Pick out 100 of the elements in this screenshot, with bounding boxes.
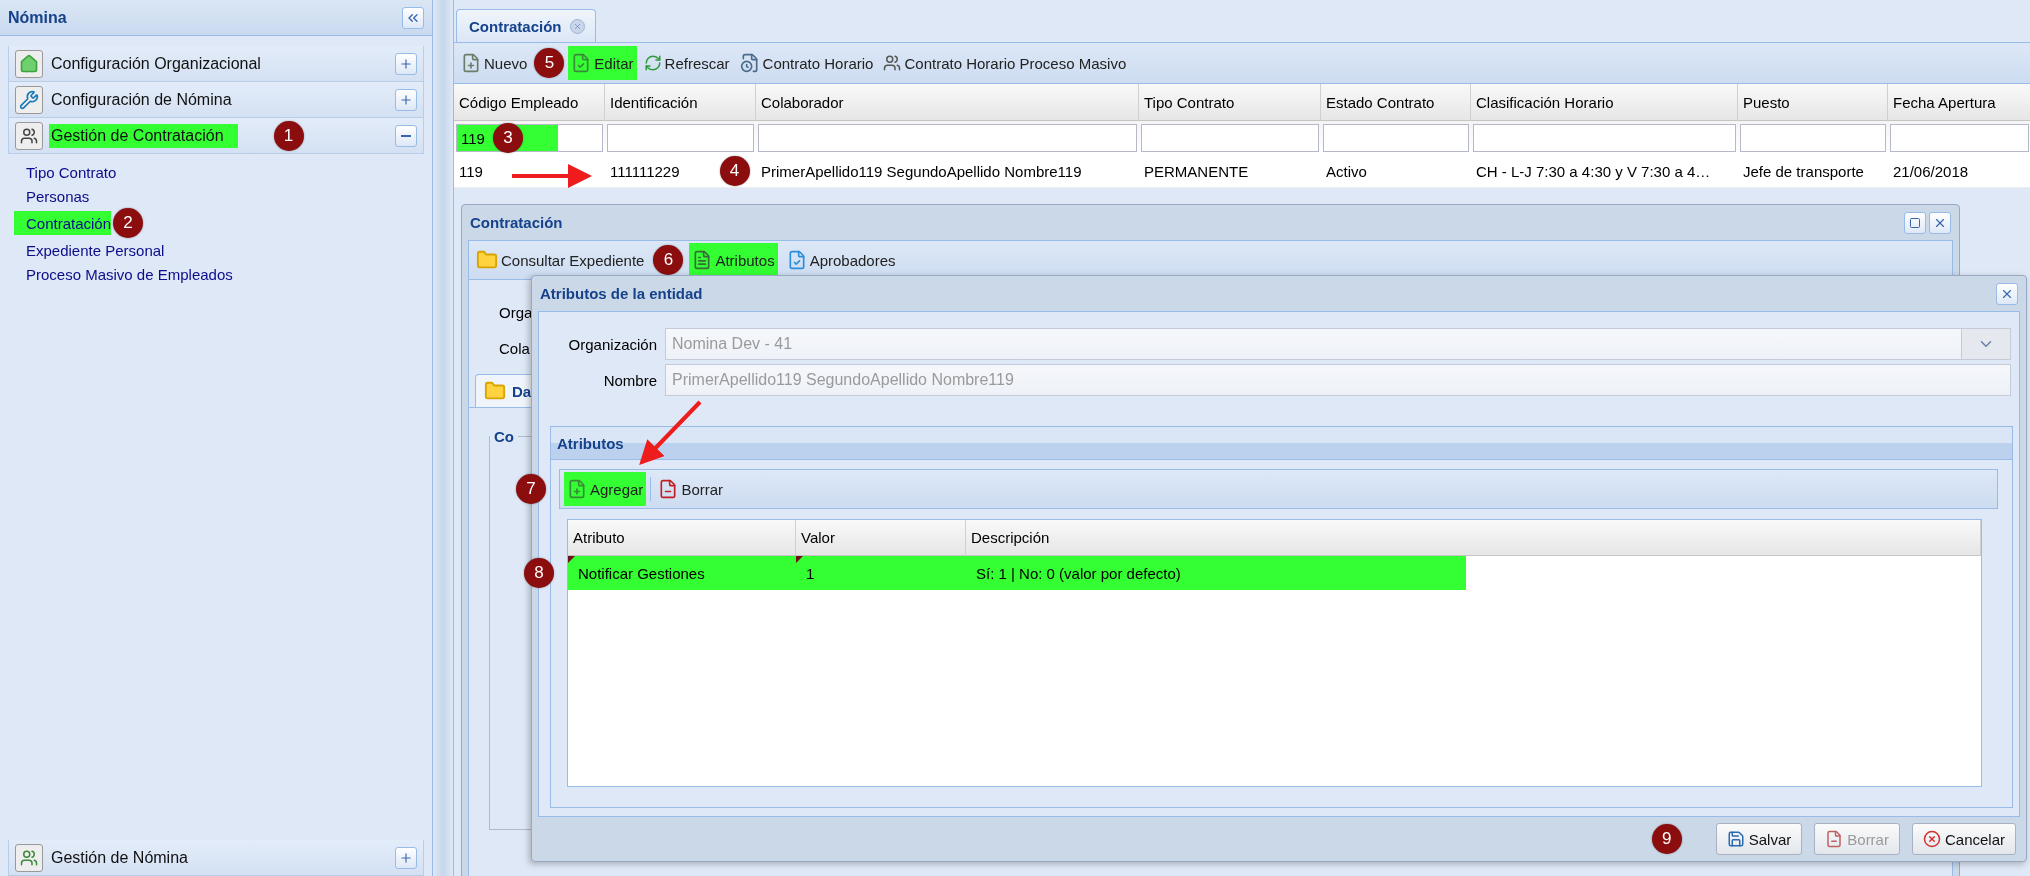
file-check-icon xyxy=(571,53,592,73)
toolbar-button[interactable]: Aprobadores xyxy=(783,243,899,277)
dialog-button[interactable]: Cancelar xyxy=(1911,823,2016,855)
column-header[interactable]: Tipo Contrato xyxy=(1139,84,1321,121)
maximize-button[interactable] xyxy=(1904,211,1926,234)
field-label: Orga xyxy=(499,302,533,323)
menu-link[interactable]: Tipo Contrato xyxy=(20,160,117,184)
close-icon[interactable] xyxy=(569,18,585,34)
file-clock-icon xyxy=(739,53,760,73)
column-header[interactable]: Fecha Apertura xyxy=(1888,84,2030,121)
table-cell: Notificar Gestiones xyxy=(578,564,705,582)
file-minus-icon xyxy=(658,479,679,499)
column-header[interactable]: Identificación xyxy=(605,84,756,121)
toolbar-button[interactable]: Refrescar xyxy=(640,46,733,80)
accordion-header[interactable]: Configuración Organizacional xyxy=(8,46,424,82)
splitter[interactable] xyxy=(433,0,454,876)
column-header[interactable]: Estado Contrato xyxy=(1321,84,1471,121)
file-plus-icon xyxy=(567,479,587,499)
accordion-header[interactable]: Gestión de Contratación 1 xyxy=(8,118,424,154)
table-cell: Sí: 1 | No: 0 (valor por defecto) xyxy=(976,564,1181,582)
close-button[interactable] xyxy=(1996,282,2018,305)
field-label: Cola xyxy=(499,338,530,359)
toolbar-button[interactable]: Borrar xyxy=(655,472,727,506)
accordion-header[interactable]: Gestión de Nómina xyxy=(8,840,424,876)
table-cell: PrimerApellido119 SegundoApellido Nombre119 xyxy=(761,162,1082,180)
table-cell: Jefe de transporte xyxy=(1743,162,1864,180)
column-header[interactable]: Valor xyxy=(796,520,966,556)
people-icon xyxy=(15,843,43,872)
column-header[interactable]: Atributo xyxy=(568,520,796,556)
minus-icon xyxy=(401,134,411,137)
arrow xyxy=(639,400,702,465)
filter-field[interactable] xyxy=(1323,124,1469,152)
plus-icon xyxy=(399,850,413,865)
panel-title: Atributos xyxy=(557,434,624,452)
toolbar-button[interactable]: Contrato Horario Proceso Masivo xyxy=(880,46,1130,80)
filter-field[interactable] xyxy=(1141,124,1319,152)
column-header[interactable]: Código Empleado xyxy=(454,84,605,121)
table-cell: 119 xyxy=(459,162,483,180)
toolbar-button[interactable]: Consultar Expediente xyxy=(473,243,648,277)
step-number-badge: 8 xyxy=(524,558,554,588)
column-header[interactable]: Descripción xyxy=(966,520,1981,556)
maximize-icon xyxy=(1909,216,1921,229)
tab-label: Contratación xyxy=(469,17,562,35)
filter-field[interactable] xyxy=(1740,124,1886,152)
expand-button[interactable] xyxy=(395,846,417,869)
menu-link[interactable]: Expediente Personal xyxy=(20,238,165,262)
document-icon xyxy=(692,250,713,270)
field-label: Nombre xyxy=(602,371,657,389)
file-minus-icon xyxy=(1825,830,1844,848)
dialog-button[interactable]: Salvar xyxy=(1715,823,1803,855)
step-number-badge: 6 xyxy=(653,245,684,275)
panel-title: Nómina xyxy=(8,8,67,27)
section-label: Configuración de Nómina xyxy=(50,89,233,110)
table-cell: 111111229 xyxy=(610,162,680,180)
step-number-badge: 9 xyxy=(1651,824,1682,854)
filter-field[interactable] xyxy=(607,124,754,152)
filter-field[interactable] xyxy=(1890,124,2029,152)
toolbar-button[interactable]: Nuevo xyxy=(458,46,531,80)
plus-icon xyxy=(399,92,413,107)
folder-icon xyxy=(484,380,506,402)
filter-field[interactable] xyxy=(758,124,1137,152)
column-header[interactable]: Colaborador xyxy=(756,84,1139,121)
filter-field[interactable]: 119 3 xyxy=(456,124,603,152)
expand-button[interactable] xyxy=(395,88,417,111)
save-icon xyxy=(1726,830,1745,848)
step-number-badge: 7 xyxy=(516,474,546,504)
toolbar-button[interactable]: Editar xyxy=(568,46,637,80)
toolbar-button[interactable]: Agregar xyxy=(564,472,647,506)
file-plus-icon xyxy=(461,53,481,73)
toolbar-button[interactable]: Atributos xyxy=(689,243,778,277)
plus-icon xyxy=(399,56,413,71)
dialog-title: Atributos de la entidad xyxy=(540,285,703,302)
menu-link[interactable]: Proceso Masivo de Empleados xyxy=(20,262,233,286)
expand-button[interactable] xyxy=(395,52,417,75)
tab[interactable]: Contratación xyxy=(456,9,596,42)
window-title: Contratación xyxy=(470,214,563,231)
step-number-badge: 2 xyxy=(113,208,144,238)
filter-field[interactable] xyxy=(1473,124,1736,152)
close-icon xyxy=(1922,830,1941,848)
step-number-badge: 3 xyxy=(493,123,523,153)
column-header[interactable]: Puesto xyxy=(1738,84,1888,121)
table-cell: 21/06/2018 xyxy=(1893,162,1969,180)
folder-icon xyxy=(476,249,498,271)
toolbar-button[interactable]: Contrato Horario xyxy=(736,46,877,80)
section-label: Gestión de Contratación xyxy=(49,123,238,148)
people-icon xyxy=(15,121,43,150)
house-icon xyxy=(15,49,43,78)
collapse-button[interactable] xyxy=(402,6,424,29)
menu-link[interactable]: Personas xyxy=(20,184,90,208)
table-cell: 1 xyxy=(806,564,815,582)
collapse-button[interactable] xyxy=(395,124,417,147)
column-header[interactable]: Clasificación Horario xyxy=(1471,84,1738,121)
people-icon xyxy=(883,54,902,72)
section-label: Configuración Organizacional xyxy=(50,53,262,74)
close-button[interactable] xyxy=(1929,211,1951,234)
table-cell: PERMANENTE xyxy=(1144,162,1249,180)
step-number-badge: 5 xyxy=(534,48,565,78)
accordion-header[interactable]: Configuración de Nómina xyxy=(8,82,424,118)
menu-link[interactable]: Contratación xyxy=(14,211,112,235)
table-cell: CH - L-J 7:30 a 4:30 y V 7:30 a 4… xyxy=(1476,162,1711,180)
